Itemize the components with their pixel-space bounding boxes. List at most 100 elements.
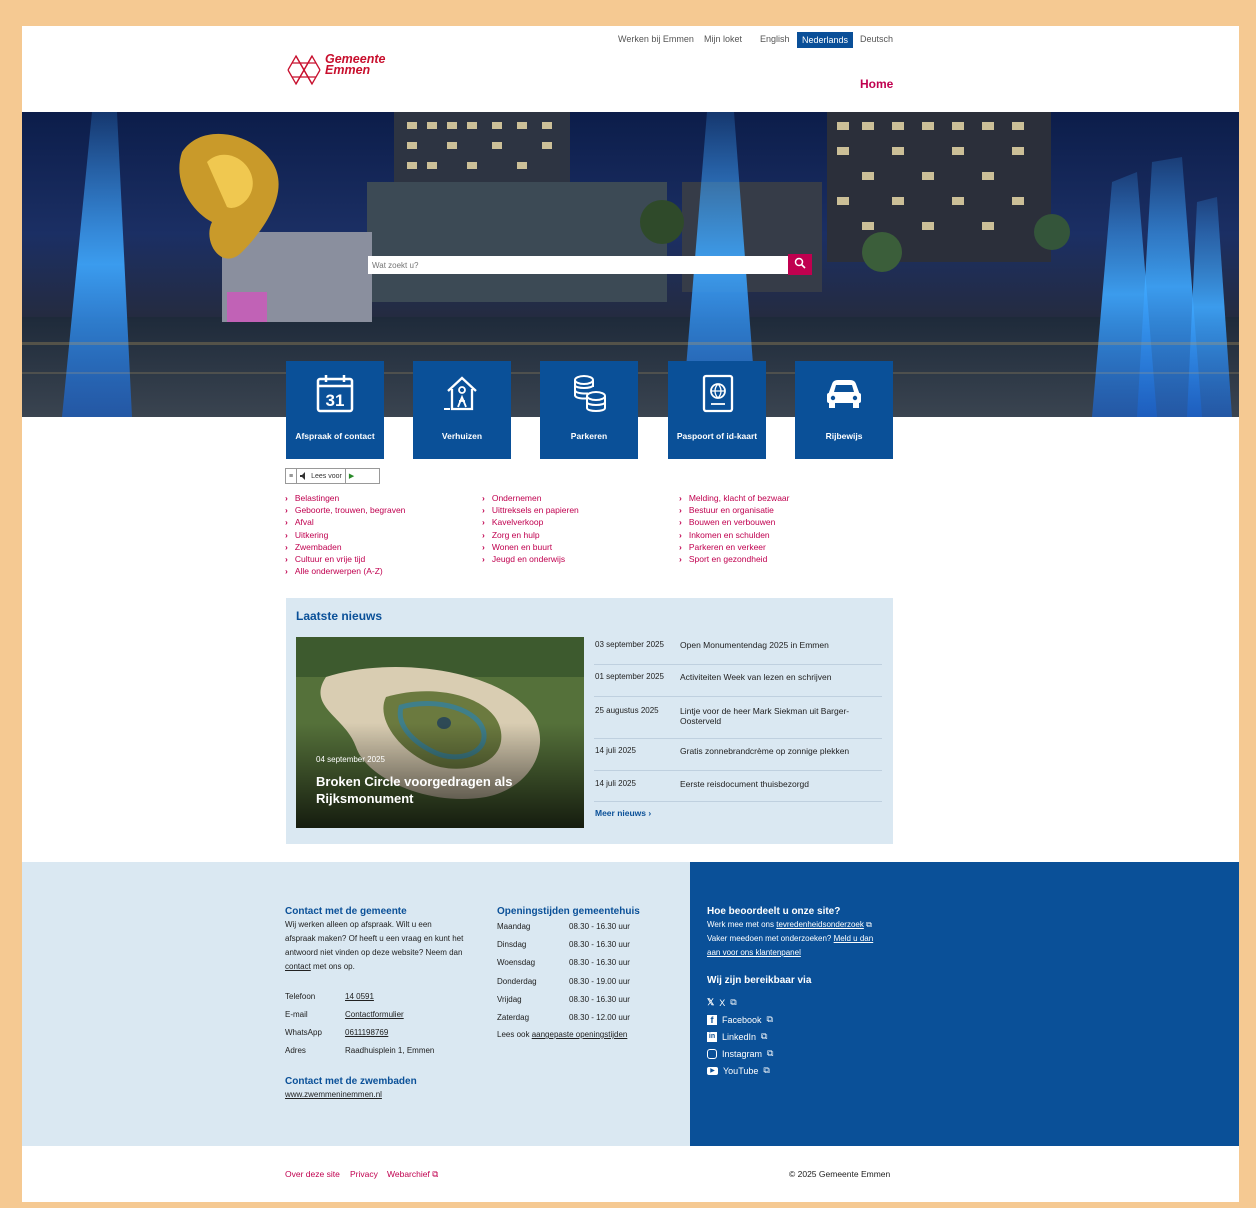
language-deutsch[interactable]: Deutsch — [860, 32, 893, 46]
x-icon: 𝕏 — [707, 997, 715, 1007]
external-link-icon: ⧉ — [766, 1014, 773, 1024]
topic-link[interactable]: Geboorte, trouwen, begraven — [285, 504, 406, 516]
hours-note-prefix: Lees ook — [497, 1030, 532, 1039]
social-youtube[interactable]: ▶ YouTube ⧉ — [707, 1065, 770, 1076]
topic-link[interactable]: Parkeren en verkeer — [679, 541, 789, 553]
hours-note: Lees ook aangepaste openingstijden — [497, 1030, 627, 1039]
topic-link[interactable]: Zwembaden — [285, 541, 405, 553]
topic-link[interactable]: Zorg en hulp — [482, 529, 579, 541]
contact-link[interactable]: contact — [285, 962, 311, 971]
about-link[interactable]: Over deze site — [285, 1169, 340, 1179]
news-section: Laatste nieuws 04 september 2025 Broken — [286, 598, 893, 844]
topic-link[interactable]: Uitkering — [285, 529, 405, 541]
contact-title: Contact met de gemeente — [285, 906, 407, 917]
topic-link[interactable]: Bouwen en verbouwen — [679, 516, 789, 528]
topic-link[interactable]: Melding, klacht of bezwaar — [679, 492, 790, 504]
play-icon[interactable]: ▶ — [346, 469, 357, 483]
news-item-title[interactable]: Eerste reisdocument thuisbezorgd — [680, 779, 880, 789]
mijn-loket-link[interactable]: Mijn loket — [704, 32, 742, 46]
menu-icon[interactable]: ≡ — [286, 469, 298, 483]
news-item[interactable]: 25 augustus 2025 Lintje voor de heer Mar… — [594, 706, 882, 739]
speaker-icon — [300, 472, 306, 480]
social-x[interactable]: 𝕏 X ⧉ — [707, 997, 737, 1008]
page-frame: Werken bij Emmen Mijn loket English Nede… — [22, 26, 1239, 1202]
topic-link[interactable]: Jeugd en onderwijs — [482, 553, 579, 565]
contact-label: Telefoon — [285, 992, 316, 1001]
contact-intro-line: afspraak maken? Of heeft u een vraag en … — [285, 934, 464, 943]
topic-link[interactable]: Belastingen — [285, 492, 405, 504]
werken-bij-link[interactable]: Werken bij Emmen — [618, 32, 694, 46]
news-item-title[interactable]: Lintje voor de heer Mark Siekman uit Bar… — [680, 706, 880, 726]
news-item-date: 14 juli 2025 — [595, 779, 636, 788]
news-item-title[interactable]: Gratis zonnebrandcrème op zonnige plekke… — [680, 746, 880, 756]
top-bar: Werken bij Emmen Mijn loket English Nede… — [22, 32, 1239, 52]
news-item-date: 25 augustus 2025 — [595, 706, 659, 715]
tile-afspraak[interactable]: 31 Afspraak of contact — [286, 361, 384, 459]
webarchief-link[interactable]: Webarchief ⧉ — [387, 1169, 438, 1180]
search-input[interactable] — [368, 256, 788, 274]
featured-news-card[interactable]: 04 september 2025 Broken Circle voorgedr… — [296, 637, 584, 828]
topic-link[interactable]: Bestuur en organisatie — [679, 504, 789, 516]
logo-line-2: Emmen — [325, 63, 371, 77]
social-facebook[interactable]: f Facebook ⧉ — [707, 1014, 773, 1025]
news-item[interactable]: 01 september 2025 Activiteiten Week van … — [594, 672, 882, 697]
news-item[interactable]: 03 september 2025 Open Monumentendag 202… — [594, 640, 882, 665]
language-english[interactable]: English — [760, 32, 790, 46]
more-news-label: Meer nieuws — [595, 808, 647, 818]
read-aloud-button[interactable]: Lees voor — [297, 469, 346, 483]
topic-link[interactable]: Alle onderwerpen (A-Z) — [285, 565, 405, 577]
news-item-title[interactable]: Activiteiten Week van lezen en schrijven — [680, 672, 880, 682]
topic-link[interactable]: Wonen en buurt — [482, 541, 579, 553]
phone-link[interactable]: 14 0591 — [345, 990, 374, 1004]
calendar-icon: 31 — [316, 375, 354, 413]
topic-link[interactable]: Uittreksels en papieren — [482, 504, 579, 516]
social-facebook-label: Facebook — [722, 1014, 762, 1025]
tile-rijbewijs[interactable]: Rijbewijs — [795, 361, 893, 459]
topic-link[interactable]: Ondernemen — [482, 492, 579, 504]
hours-time: 08.30 - 16.30 uur — [569, 995, 630, 1004]
panel-link-b[interactable]: aan voor ons klantenpanel — [707, 946, 801, 960]
news-item-date: 01 september 2025 — [595, 672, 664, 681]
copyright: © 2025 Gemeente Emmen — [789, 1169, 891, 1179]
social-youtube-label: YouTube — [723, 1065, 759, 1076]
tile-parkeren[interactable]: Parkeren — [540, 361, 638, 459]
read-aloud-bar: ≡ Lees voor ▶ — [285, 468, 380, 484]
hours-day: Dinsdag — [497, 940, 527, 949]
search-button[interactable] — [788, 254, 812, 275]
contact-form-link[interactable]: Contactformulier — [345, 1008, 404, 1022]
news-item[interactable]: 14 juli 2025 Gratis zonnebrandcrème op z… — [594, 746, 882, 771]
tile-rijbewijs-label: Rijbewijs — [825, 431, 863, 441]
topic-link[interactable]: Sport en gezondheid — [679, 553, 789, 565]
social-instagram[interactable]: Instagram ⧉ — [707, 1048, 773, 1059]
hours-time: 08.30 - 16.30 uur — [569, 922, 630, 931]
tile-verhuizen[interactable]: Verhuizen — [413, 361, 511, 459]
panel-link-a[interactable]: Meld u dan — [834, 934, 874, 943]
topic-link[interactable]: Afval — [285, 516, 405, 528]
rate-line-2-prefix: Vaker meedoen met onderzoeken? — [707, 934, 834, 943]
more-news-link[interactable]: Meer nieuws › — [595, 808, 651, 818]
news-item-title[interactable]: Open Monumentendag 2025 in Emmen — [680, 640, 880, 650]
featured-news-headline[interactable]: Broken Circle voorgedragen als Rijksmonu… — [316, 773, 556, 807]
chevron-right-icon: › — [648, 808, 652, 818]
social-linkedin[interactable]: in LinkedIn ⧉ — [707, 1031, 767, 1042]
privacy-link[interactable]: Privacy — [350, 1169, 378, 1179]
topic-link[interactable]: Cultuur en vrije tijd — [285, 553, 405, 565]
rate-title: Hoe beoordeelt u onze site? — [707, 906, 841, 917]
pool-link[interactable]: www.zwemmeninemmen.nl — [285, 1088, 382, 1102]
language-nederlands[interactable]: Nederlands — [797, 32, 854, 48]
whatsapp-link[interactable]: 0611198769 — [345, 1026, 388, 1040]
topic-list-2: Ondernemen Uittreksels en papieren Kavel… — [482, 492, 579, 565]
external-link-icon: ⧉ — [763, 1065, 770, 1075]
news-item[interactable]: 14 juli 2025 Eerste reisdocument thuisbe… — [594, 779, 882, 802]
adjusted-hours-link[interactable]: aangepaste openingstijden — [532, 1030, 628, 1039]
rate-line-2: Vaker meedoen met onderzoeken? Meld u da… — [707, 932, 873, 946]
survey-link[interactable]: tevredenheidsonderzoek — [776, 920, 864, 929]
house-move-icon — [444, 376, 477, 411]
read-aloud-label: Lees voor — [311, 472, 342, 480]
webarchief-label: Webarchief — [387, 1169, 430, 1179]
tile-paspoort[interactable]: Paspoort of id-kaart — [668, 361, 766, 459]
nav-home[interactable]: Home — [860, 77, 893, 91]
hours-time: 08.30 - 19.00 uur — [569, 977, 630, 986]
topic-link[interactable]: Inkomen en schulden — [679, 529, 789, 541]
topic-link[interactable]: Kavelverkoop — [482, 516, 579, 528]
